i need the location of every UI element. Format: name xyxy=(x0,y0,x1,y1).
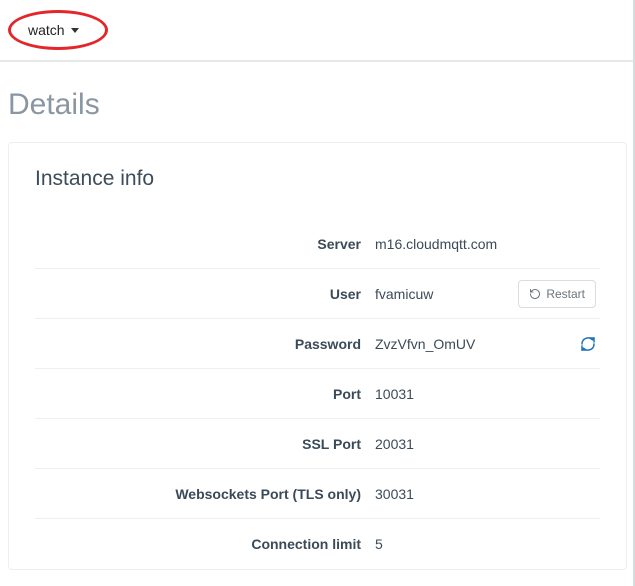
row-port: Port 10031 xyxy=(35,369,600,419)
restart-icon xyxy=(529,288,541,300)
value-conn-limit: 5 xyxy=(375,536,600,552)
value-ws-port-text: 30031 xyxy=(375,486,414,502)
page-title: Details xyxy=(0,62,635,142)
value-port: 10031 xyxy=(375,386,600,402)
row-conn-limit: Connection limit 5 xyxy=(35,519,600,569)
label-server: Server xyxy=(35,236,375,252)
label-port: Port xyxy=(35,386,375,402)
value-ssl-port: 20031 xyxy=(375,436,600,452)
instance-dropdown-label: watch xyxy=(28,22,65,38)
value-ws-port: 30031 xyxy=(375,486,600,502)
value-server: m16.cloudmqtt.com xyxy=(375,236,600,252)
value-port-text: 10031 xyxy=(375,386,414,402)
row-password: Password ZvzVfvn_OmUV xyxy=(35,319,600,369)
restart-button-label: Restart xyxy=(546,287,585,301)
value-password-text: ZvzVfvn_OmUV xyxy=(375,336,475,352)
row-ssl-port: SSL Port 20031 xyxy=(35,419,600,469)
value-password: ZvzVfvn_OmUV xyxy=(375,336,600,352)
instance-dropdown[interactable]: watch xyxy=(20,18,87,42)
instance-info-card: Instance info Server m16.cloudmqtt.com U… xyxy=(8,142,627,570)
row-user: User fvamicuw Restart xyxy=(35,269,600,319)
topbar: watch xyxy=(0,0,635,62)
row-server: Server m16.cloudmqtt.com xyxy=(35,219,600,269)
restart-button[interactable]: Restart xyxy=(518,280,596,308)
label-ws-port: Websockets Port (TLS only) xyxy=(35,486,375,502)
chevron-down-icon xyxy=(71,28,79,33)
label-ssl-port: SSL Port xyxy=(35,436,375,452)
value-user: fvamicuw Restart xyxy=(375,280,600,308)
value-conn-limit-text: 5 xyxy=(375,536,383,552)
regenerate-password-icon[interactable] xyxy=(580,336,596,352)
value-user-text: fvamicuw xyxy=(375,286,433,302)
label-user: User xyxy=(35,286,375,302)
label-password: Password xyxy=(35,336,375,352)
label-conn-limit: Connection limit xyxy=(35,536,375,552)
value-ssl-port-text: 20031 xyxy=(375,436,414,452)
value-server-text: m16.cloudmqtt.com xyxy=(375,236,497,252)
card-title: Instance info xyxy=(35,167,600,191)
row-ws-port: Websockets Port (TLS only) 30031 xyxy=(35,469,600,519)
